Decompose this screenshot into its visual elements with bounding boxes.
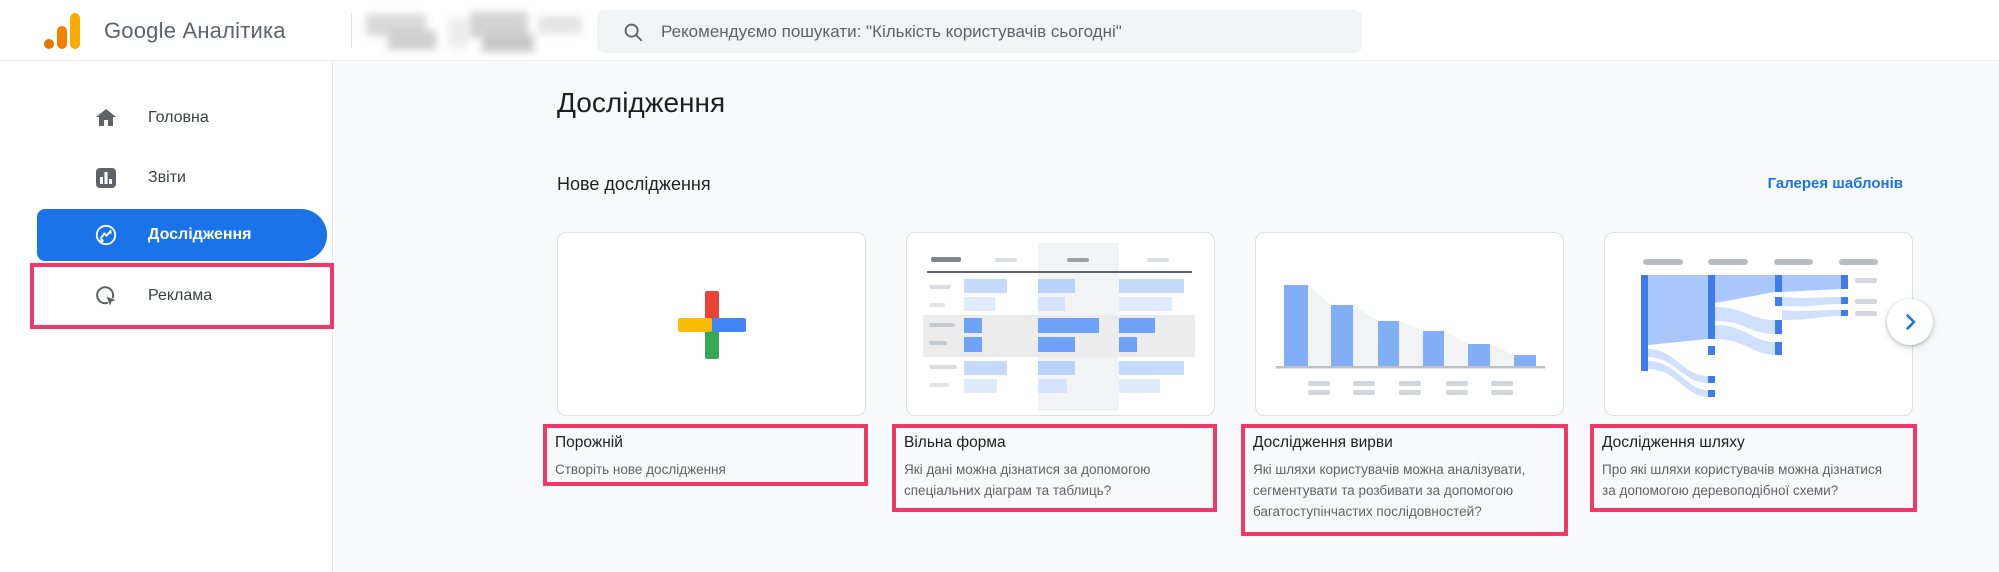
ads-icon	[94, 284, 118, 308]
sidebar-item-label: Реклама	[148, 287, 213, 304]
card-description: Створіть нове дослідження	[555, 462, 726, 477]
template-card-free-form[interactable]	[906, 232, 1215, 416]
card-label-free-form: Вільна форма Які дані можна дізнатися за…	[892, 424, 1217, 512]
reports-icon	[94, 166, 118, 190]
top-header: Google Аналітика Рекомендуємо пошукати: …	[0, 0, 1999, 61]
home-icon	[94, 106, 118, 130]
template-gallery-link[interactable]: Галерея шаблонів	[1753, 175, 1903, 192]
card-label-path: Дослідження шляху Про які шляхи користув…	[1590, 424, 1917, 512]
chevron-right-icon	[1898, 310, 1922, 334]
free-form-table-thumbnail	[923, 243, 1195, 411]
funnel-chart-thumbnail	[1276, 285, 1545, 395]
card-title[interactable]: Дослідження шляху	[1602, 434, 1905, 452]
carousel-next-button[interactable]	[1887, 299, 1933, 345]
app-title: Google Аналітика	[104, 18, 286, 43]
card-title[interactable]: Дослідження вирви	[1253, 434, 1556, 452]
card-title[interactable]: Порожній	[555, 434, 856, 452]
sidebar-item-ads[interactable]: Реклама	[0, 270, 333, 322]
card-label-blank: Порожній Створіть нове дослідження	[543, 424, 868, 486]
card-description: Які дані можна дізнатися за допомогою сп…	[904, 462, 1151, 498]
google-analytics-logo-icon[interactable]	[44, 12, 82, 49]
section-title: Нове дослідження	[557, 174, 711, 194]
redacted-block	[482, 34, 534, 52]
explore-icon	[94, 223, 118, 247]
blank-plus-thumbnail	[678, 291, 746, 359]
sidebar-item-label: Звіти	[148, 169, 186, 186]
page-title: Дослідження	[557, 87, 726, 118]
path-tree-thumbnail	[1641, 259, 1878, 397]
left-navigation-sidebar: Головна Звіти Дослідження Реклама	[0, 61, 334, 572]
sidebar-item-label: Головна	[148, 109, 209, 126]
template-card-blank[interactable]	[557, 232, 866, 416]
card-label-funnel: Дослідження вирви Які шляхи користувачів…	[1241, 424, 1568, 536]
sidebar-item-explore-selected[interactable]: Дослідження	[37, 209, 327, 261]
sidebar-item-label: Дослідження	[148, 226, 252, 243]
template-card-funnel[interactable]	[1255, 232, 1564, 416]
sidebar-item-reports[interactable]: Звіти	[0, 152, 333, 204]
search-icon	[622, 21, 644, 43]
card-title[interactable]: Вільна форма	[904, 434, 1205, 452]
redacted-block	[538, 16, 582, 34]
redacted-block	[388, 30, 436, 50]
header-divider	[351, 13, 352, 48]
redacted-block	[448, 18, 468, 48]
redacted-property-name[interactable]	[362, 8, 586, 54]
logo-dot	[44, 39, 54, 49]
template-card-path[interactable]	[1604, 232, 1913, 416]
main-content: Дослідження Нове дослідження Галерея шаб…	[334, 61, 1999, 572]
google-analytics-app: Google Аналітика Рекомендуємо пошукати: …	[0, 0, 1999, 572]
sidebar-item-home[interactable]: Головна	[0, 92, 333, 144]
card-description: Які шляхи користувачів можна аналізувати…	[1253, 462, 1526, 519]
search-input[interactable]: Рекомендуємо пошукати: "Кількість корист…	[597, 10, 1362, 53]
search-placeholder: Рекомендуємо пошукати: "Кількість корист…	[661, 21, 1122, 41]
logo-bar-tall	[70, 13, 80, 49]
card-description: Про які шляхи користувачів можна дізнати…	[1602, 462, 1883, 498]
logo-bar-medium	[57, 26, 67, 49]
